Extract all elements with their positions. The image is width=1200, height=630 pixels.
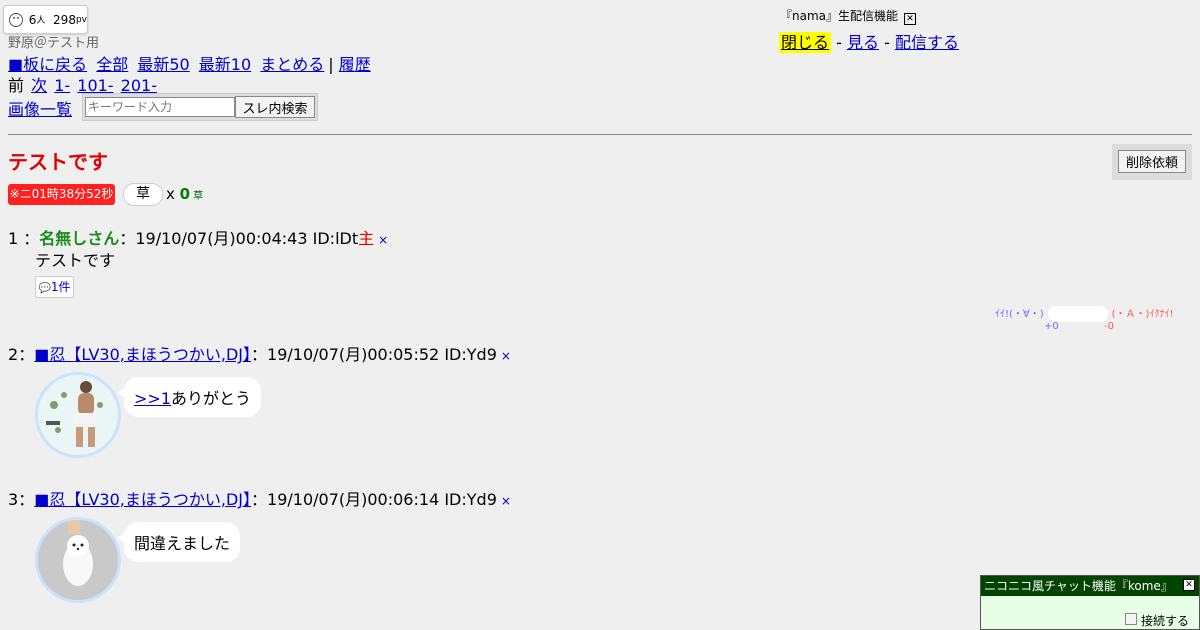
poster-name-link[interactable]: ■忍【LV30,まほうつかい,DJ】 — [34, 490, 251, 509]
post-header: 3：■忍【LV30,まほうつかい,DJ】：19/10/07(月)00:06:14… — [8, 486, 511, 510]
connect-label: 接続する — [1140, 614, 1189, 628]
pv-unit: pv — [75, 14, 87, 25]
image-list-link[interactable]: 画像一覧 — [8, 100, 72, 119]
kusa-count: 0 — [179, 185, 191, 203]
thread-title: テストです — [8, 150, 108, 174]
vote-gauge — [1047, 306, 1108, 322]
nama-title: 『nama』生配信機能 — [780, 9, 899, 23]
summary-link[interactable]: まとめる — [260, 55, 324, 74]
bad-vote-button[interactable]: (・Ａ・)ｲｸﾅｲ! — [1112, 309, 1174, 320]
post-separator: ： — [23, 229, 40, 248]
post-date: 19/10/07(月)00:06:14 — [267, 490, 440, 509]
viewer-count: 6 — [28, 12, 37, 27]
post-number: 2 — [8, 345, 19, 364]
nama-broadcast-link[interactable]: 配信する — [895, 33, 959, 52]
avatar — [35, 372, 121, 458]
board-name: 野原＠テスト用 — [8, 36, 100, 51]
speech-bubble-icon: 💬 — [38, 283, 51, 294]
avatar-image — [38, 375, 118, 455]
delete-request-button[interactable]: 削除依頼 — [1118, 150, 1186, 173]
post-colon: ： — [251, 490, 268, 509]
post-number: 1 — [8, 229, 19, 248]
post-date: 19/10/07(月)00:04:43 — [135, 229, 308, 248]
poster-id: ID:Yd9 — [444, 345, 497, 364]
reply-count-button[interactable]: 💬1件 — [35, 276, 74, 298]
post-separator: ： — [18, 345, 35, 364]
good-vote-button[interactable]: ｲｲ!(・∀・) — [995, 309, 1044, 320]
reply-count: 1件 — [50, 280, 71, 294]
nama-separator: - — [836, 33, 842, 52]
prev-label: 前 — [8, 76, 25, 95]
next-link[interactable]: 次 — [31, 76, 47, 95]
post-colon: ： — [251, 345, 268, 364]
history-link[interactable]: 履歴 — [339, 55, 371, 74]
nama-panel-title: 『nama』生配信機能 ✕ — [780, 7, 917, 25]
latest10-link[interactable]: 最新10 — [199, 55, 251, 74]
nama-watch-link[interactable]: 見る — [847, 33, 879, 52]
vote-bar: ｲｲ!(・∀・) (・Ａ・)ｲｸﾅｲ! — [995, 305, 1173, 322]
delete-request-box: 削除依頼 — [1112, 144, 1192, 180]
post-separator: ： — [18, 490, 35, 509]
poster-id: ID:Yd9 — [444, 490, 497, 509]
owner-badge: 主 — [358, 229, 375, 248]
timer-badge: ※ニ01時38分52秒 — [8, 184, 115, 205]
post-header: 1 ：名無しさん：19/10/07(月)00:04:43 ID:lDt主 × — [8, 225, 388, 249]
poster-name-link[interactable]: ■忍【LV30,まほうつかい,DJ】 — [34, 345, 251, 364]
connect-checkbox[interactable] — [1124, 613, 1137, 625]
kome-title: ニコニコ風チャット機能『kome』 — [984, 579, 1173, 593]
viewer-count-badge: 6人 298 pv — [3, 5, 88, 34]
nav-separator: | — [328, 55, 334, 74]
kusa-counter: x 0草 — [166, 185, 203, 203]
post-date: 19/10/07(月)00:05:52 — [267, 345, 440, 364]
nama-controls: 閉じる - 見る - 配信する — [779, 29, 959, 53]
search-input[interactable] — [85, 97, 235, 117]
post-header: 2：■忍【LV30,まほうつかい,DJ】：19/10/07(月)00:05:52… — [8, 341, 511, 365]
speech-bubble: >>1ありがとう — [116, 377, 262, 417]
nama-close-link[interactable]: 閉じる — [779, 32, 832, 53]
nama-separator: - — [884, 33, 890, 52]
delete-post-icon[interactable]: × — [378, 233, 388, 247]
avatar-image — [38, 520, 118, 600]
post-colon: ： — [119, 229, 136, 248]
range-1-link[interactable]: 1- — [54, 76, 70, 95]
poster-name: 名無しさん — [39, 229, 120, 248]
kusa-unit: 草 — [193, 191, 204, 202]
post-number: 3 — [8, 490, 19, 509]
face-icon — [9, 12, 23, 27]
poster-id: ID:lDt — [312, 229, 359, 248]
kome-connect[interactable]: 接続する — [1124, 612, 1189, 629]
close-box-icon[interactable]: ✕ — [1183, 579, 1195, 591]
anchor-link[interactable]: >>1 — [134, 389, 171, 408]
speech-bubble: 間違えました — [116, 522, 241, 562]
kusa-button[interactable]: 草 — [123, 183, 163, 206]
search-button[interactable]: スレ内検索 — [235, 96, 315, 118]
post-body: ありがとう — [171, 389, 252, 408]
kusa-x: x — [166, 185, 175, 203]
viewer-unit: 人 — [36, 16, 46, 26]
kome-chat-panel: ニコニコ風チャット機能『kome』 ✕ 接続する — [980, 575, 1200, 630]
bad-count: -0 — [1104, 321, 1114, 332]
delete-post-icon[interactable]: × — [501, 349, 511, 363]
close-box-icon[interactable]: ✕ — [904, 13, 917, 25]
delete-post-icon[interactable]: × — [501, 494, 511, 508]
pv-count: 298 — [53, 12, 76, 27]
post-body: 間違えました — [134, 534, 231, 553]
divider — [8, 134, 1192, 135]
kome-header: ニコニコ風チャット機能『kome』 ✕ — [981, 576, 1199, 596]
post-body: テストです — [35, 251, 116, 270]
good-count: +0 — [1044, 321, 1059, 332]
thread-search: スレ内検索 — [82, 93, 318, 121]
avatar — [35, 517, 121, 603]
